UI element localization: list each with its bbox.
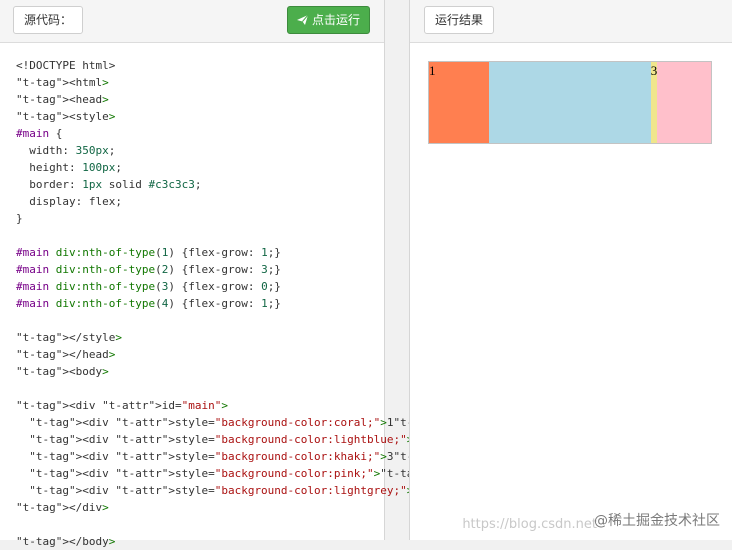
result-box-1: 1 [429, 62, 490, 143]
code-line: width: 350px; [16, 144, 116, 157]
code-line: "t-tag"><style> [16, 110, 116, 123]
code-line: #main div:nth-of-type(4) {flex-grow: 1;} [16, 297, 281, 310]
run-button[interactable]: 点击运行 [287, 6, 371, 34]
code-line: #main div:nth-of-type(2) {flex-grow: 3;} [16, 263, 281, 276]
code-line: "t-tag"><div "t-attr">style="background-… [29, 467, 473, 480]
watermark: @稀土掘金技术社区 [594, 513, 720, 529]
code-line: "t-tag"><head> [16, 93, 109, 106]
result-box-2 [489, 62, 651, 143]
code-line: "t-tag"><div "t-attr">style="background-… [29, 484, 506, 497]
result-flex-container: 13 [428, 61, 712, 144]
result-box-4 [657, 62, 711, 143]
code-line: } [16, 212, 23, 225]
send-icon [297, 14, 309, 25]
code-line: #main { [16, 127, 63, 140]
code-editor[interactable]: <!DOCTYPE html> "t-tag"><html> "t-tag"><he… [16, 57, 506, 550]
result-panel: 运行结果 13 [409, 0, 732, 540]
code-line: "t-tag"><div "t-attr">style="background-… [29, 433, 506, 446]
code-line: <!DOCTYPE html> [16, 59, 116, 72]
code-line: height: 100px; [16, 161, 122, 174]
source-code-label: 源代码： [13, 6, 84, 34]
source-toolbar: 源代码： 点击运行 [0, 0, 384, 43]
code-line: "t-tag"><body> [16, 365, 109, 378]
result-toolbar: 运行结果 [410, 0, 732, 43]
result-label: 运行结果 [424, 6, 495, 34]
source-code-panel: 源代码： 点击运行 <!DOCTYPE html> "t-tag"><html> "… [0, 0, 506, 548]
code-line: "t-tag"></style> [16, 331, 122, 344]
code-line: "t-tag"><html> [16, 76, 109, 89]
code-line: "t-tag"><div "t-attr">style="background-… [29, 450, 486, 463]
watermark-url: https://blog.csdn.net [462, 517, 597, 532]
code-line: "t-tag"></div> [16, 501, 109, 514]
code-line: "t-tag"></head> [16, 348, 116, 361]
code-line: "t-tag"><div "t-attr">style="background-… [29, 416, 486, 429]
code-line: #main div:nth-of-type(1) {flex-grow: 1;} [16, 246, 281, 259]
code-line: "t-tag"></body> [16, 535, 116, 548]
code-line: border: 1px solid #c3c3c3; [16, 178, 202, 191]
run-button-label: 点击运行 [312, 13, 361, 27]
code-line: "t-tag"><div "t-attr">id="main"> [16, 399, 228, 412]
code-line: #main div:nth-of-type(3) {flex-grow: 0;} [16, 280, 281, 293]
code-line: display: flex; [16, 195, 122, 208]
